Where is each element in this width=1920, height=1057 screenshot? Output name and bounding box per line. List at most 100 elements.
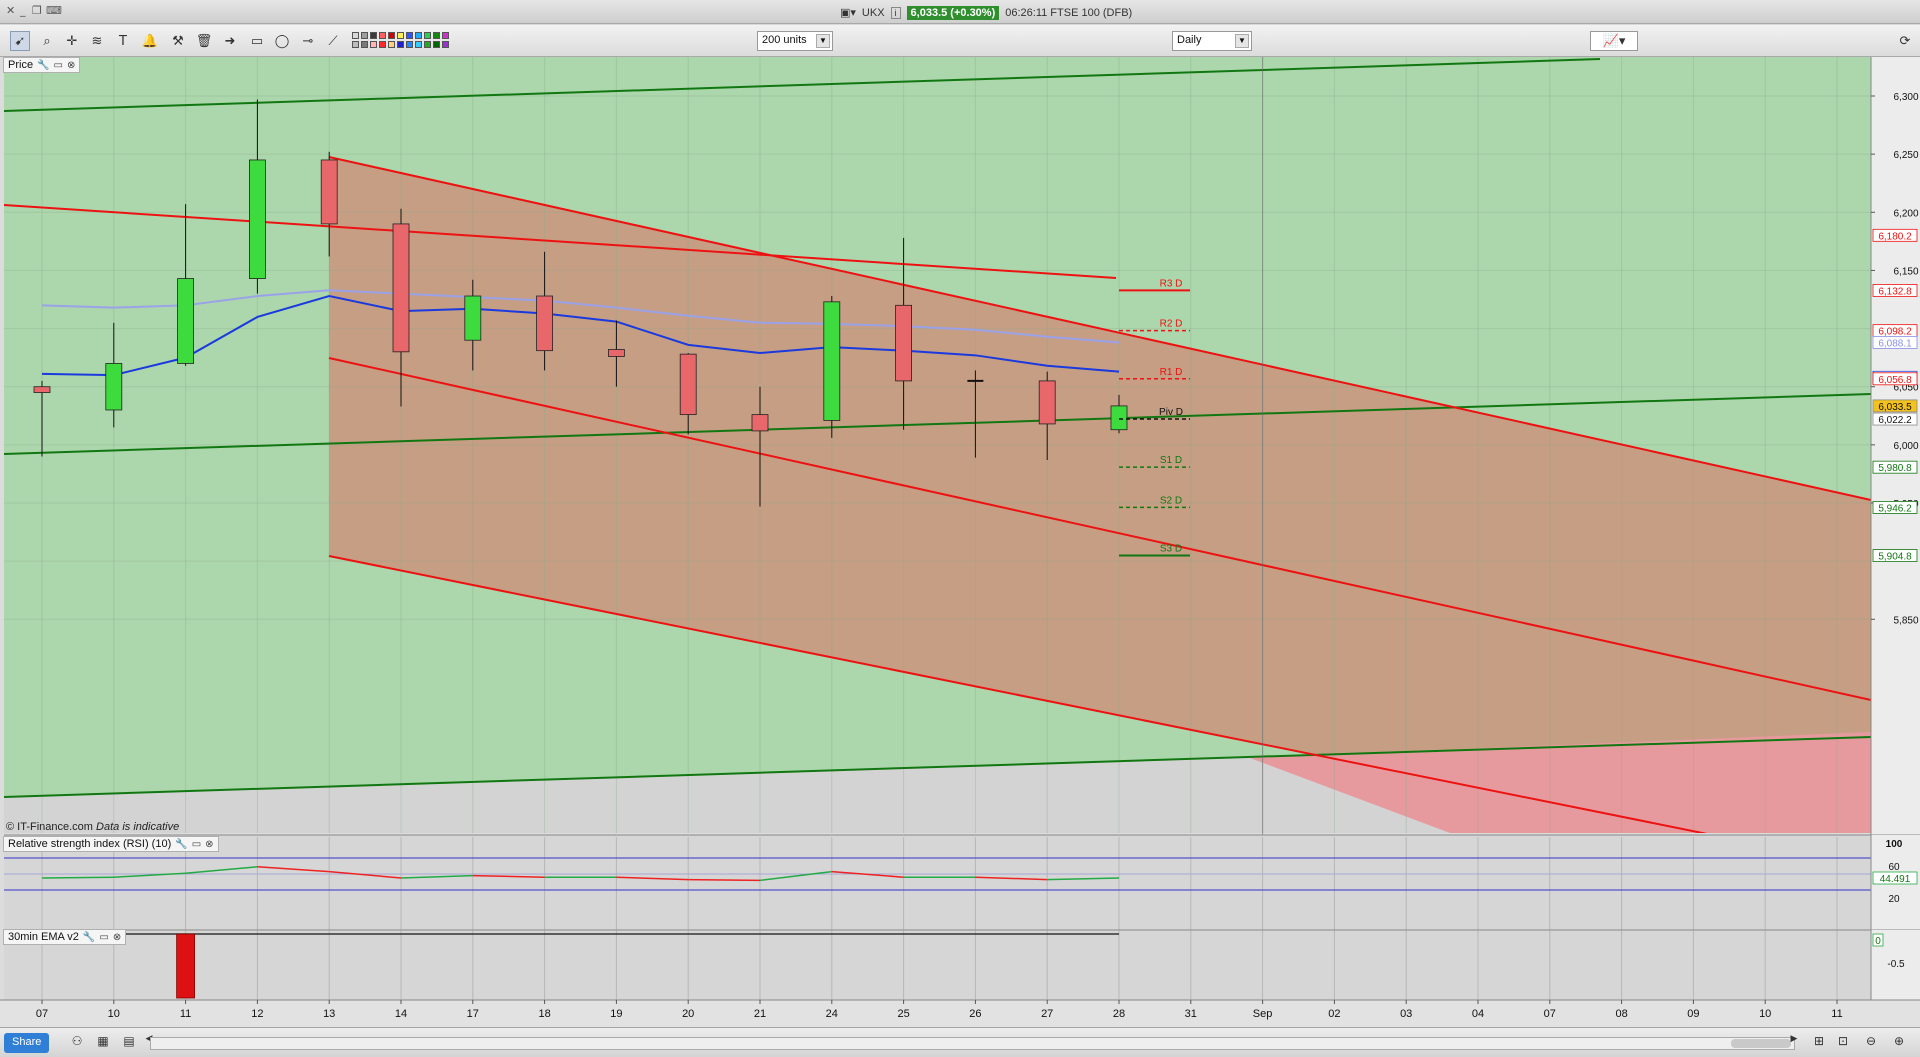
window-icon[interactable]: ▭ xyxy=(192,839,201,850)
minimize-window-icon[interactable]: _ xyxy=(20,4,26,17)
rsi-tick-label: 60 xyxy=(1888,862,1900,873)
rectangle-icon[interactable]: ▭ xyxy=(247,31,267,51)
table-icon[interactable]: ▤ xyxy=(120,1034,138,1052)
color-swatch[interactable] xyxy=(433,32,440,39)
units-select[interactable]: 200 units ▼ xyxy=(757,31,833,51)
y-tick-label: 6,150 xyxy=(1893,266,1918,277)
close-window-icon[interactable]: ✕ xyxy=(6,4,15,17)
color-swatch[interactable] xyxy=(352,32,359,39)
candle-down xyxy=(536,295,553,352)
y-tick-label: 6,000 xyxy=(1893,441,1918,452)
zoom-icon[interactable]: ⌕ xyxy=(37,31,57,51)
color-swatch[interactable] xyxy=(406,41,413,48)
candle-down xyxy=(751,414,769,432)
chart-type-icon[interactable]: ⊞ xyxy=(1810,1034,1828,1052)
price-tag-label: 6,056.8 xyxy=(1878,375,1912,386)
ema-panel: 0 -0.5 xyxy=(4,929,1920,1000)
x-tick-label: 07 xyxy=(1544,1008,1556,1020)
fib-icon[interactable]: ≋ xyxy=(87,31,107,51)
color-swatch[interactable] xyxy=(415,32,422,39)
zoom-in-icon[interactable]: ⊕ xyxy=(1890,1034,1908,1052)
close-icon[interactable]: ⊗ xyxy=(205,839,213,850)
x-tick-label: 25 xyxy=(897,1008,909,1020)
color-swatch[interactable] xyxy=(379,41,386,48)
color-swatch[interactable] xyxy=(406,32,413,39)
color-swatch[interactable] xyxy=(388,41,395,48)
share-label: Share xyxy=(12,1036,42,1048)
scroll-right-icon[interactable]: ▶ xyxy=(1785,1034,1803,1052)
layout-icon[interactable]: ▦ xyxy=(94,1034,112,1052)
pivot-label: S3 D xyxy=(1160,544,1182,555)
color-swatch[interactable] xyxy=(379,32,386,39)
share-button[interactable]: Share xyxy=(4,1033,50,1053)
link-icon[interactable]: ⚇ xyxy=(68,1034,86,1052)
pivot-label: Piv D xyxy=(1159,407,1183,418)
wrench-icon[interactable]: 🔧 xyxy=(37,60,49,71)
crosshair-icon[interactable]: ✛ xyxy=(62,31,82,51)
chevron-down-icon[interactable]: ▼ xyxy=(816,34,830,48)
window-icon[interactable]: ▭ xyxy=(99,932,108,943)
hammer-icon[interactable]: ⚒ xyxy=(168,31,188,51)
chevron-down-icon[interactable]: ▼ xyxy=(1235,34,1249,48)
x-tick-label: 11 xyxy=(1831,1008,1842,1020)
close-icon[interactable]: ⊗ xyxy=(67,60,75,71)
color-swatch[interactable] xyxy=(388,32,395,39)
price-tag-label: 6,088.1 xyxy=(1878,338,1912,349)
period-select[interactable]: Daily ▼ xyxy=(1172,31,1252,51)
x-tick-label: 17 xyxy=(467,1008,479,1020)
color-swatch[interactable] xyxy=(442,32,449,39)
wrench-icon[interactable]: 🔧 xyxy=(83,932,95,943)
x-tick-label: 20 xyxy=(682,1008,694,1020)
candle-up xyxy=(248,159,266,279)
color-swatch[interactable] xyxy=(415,41,422,48)
info-icon[interactable]: i xyxy=(890,6,901,19)
rsi-panel-label: Relative strength index (RSI) (10) xyxy=(8,838,172,850)
price-chart[interactable]: R3 D R2 D R1 D Piv D S1 D S2 D S3 D 6,300 6,250 6… xyxy=(0,57,1920,1027)
x-tick-label: Sep xyxy=(1253,1008,1273,1020)
zoom-area-icon[interactable]: ⊡ xyxy=(1834,1034,1852,1052)
hline-icon[interactable]: ⊸ xyxy=(298,31,318,51)
zoom-out-icon[interactable]: ⊖ xyxy=(1862,1034,1880,1052)
text-icon[interactable]: T xyxy=(113,31,133,51)
color-swatch[interactable] xyxy=(424,32,431,39)
ema-panel-label: 30min EMA v2 xyxy=(8,931,79,943)
color-swatch[interactable] xyxy=(361,41,368,48)
x-tick-label: 07 xyxy=(36,1008,48,1020)
color-swatch[interactable] xyxy=(370,41,377,48)
window-icon[interactable]: ▭ xyxy=(54,60,63,71)
color-swatch[interactable] xyxy=(397,32,404,39)
arrow-icon[interactable]: ➜ xyxy=(220,31,240,51)
color-swatch[interactable] xyxy=(370,32,377,39)
candle-down xyxy=(33,386,51,393)
horizontal-scrollbar[interactable] xyxy=(150,1037,1795,1050)
x-tick-label: 19 xyxy=(610,1008,622,1020)
pivot-label: S2 D xyxy=(1160,495,1182,506)
price-tag-label: 6,132.8 xyxy=(1878,286,1912,297)
status-bar: Share ⚇ ▦ ▤ ◀ ▶ ⊞ ⊡ ⊖ ⊕ xyxy=(0,1027,1920,1057)
trash-icon[interactable]: 🗑 xyxy=(194,31,214,51)
restore-window-icon[interactable]: ❐ xyxy=(32,4,42,17)
color-swatch[interactable] xyxy=(433,41,440,48)
color-swatch[interactable] xyxy=(397,41,404,48)
ellipse-icon[interactable]: ◯ xyxy=(272,31,292,51)
color-swatch[interactable] xyxy=(442,41,449,48)
indicative-text: Data is indicative xyxy=(96,821,180,833)
ema-bar xyxy=(176,933,196,999)
candle-up xyxy=(823,301,841,421)
keyboard-icon[interactable]: ⌨ xyxy=(46,4,62,17)
trendline-icon[interactable]: ⟋ xyxy=(323,31,343,51)
pointer-icon[interactable]: ➹ xyxy=(10,31,30,51)
wrench-icon[interactable]: 🔧 xyxy=(175,839,187,850)
close-icon[interactable]: ⊗ xyxy=(113,932,121,943)
color-swatch[interactable] xyxy=(361,32,368,39)
x-tick-label: 21 xyxy=(754,1008,766,1020)
instrument-name[interactable]: UKX xyxy=(862,7,885,19)
color-swatch[interactable] xyxy=(352,41,359,48)
alert-icon[interactable]: 🔔 xyxy=(140,31,160,51)
scroll-thumb[interactable] xyxy=(1731,1039,1791,1048)
refresh-icon[interactable]: ⟳ xyxy=(1895,31,1915,51)
indicator-chart-icon[interactable]: 📈▾ xyxy=(1590,31,1638,51)
pivot-label: R1 D xyxy=(1160,367,1183,378)
copyright-note: © IT-Finance.com Data is indicative xyxy=(6,821,179,833)
color-swatch[interactable] xyxy=(424,41,431,48)
